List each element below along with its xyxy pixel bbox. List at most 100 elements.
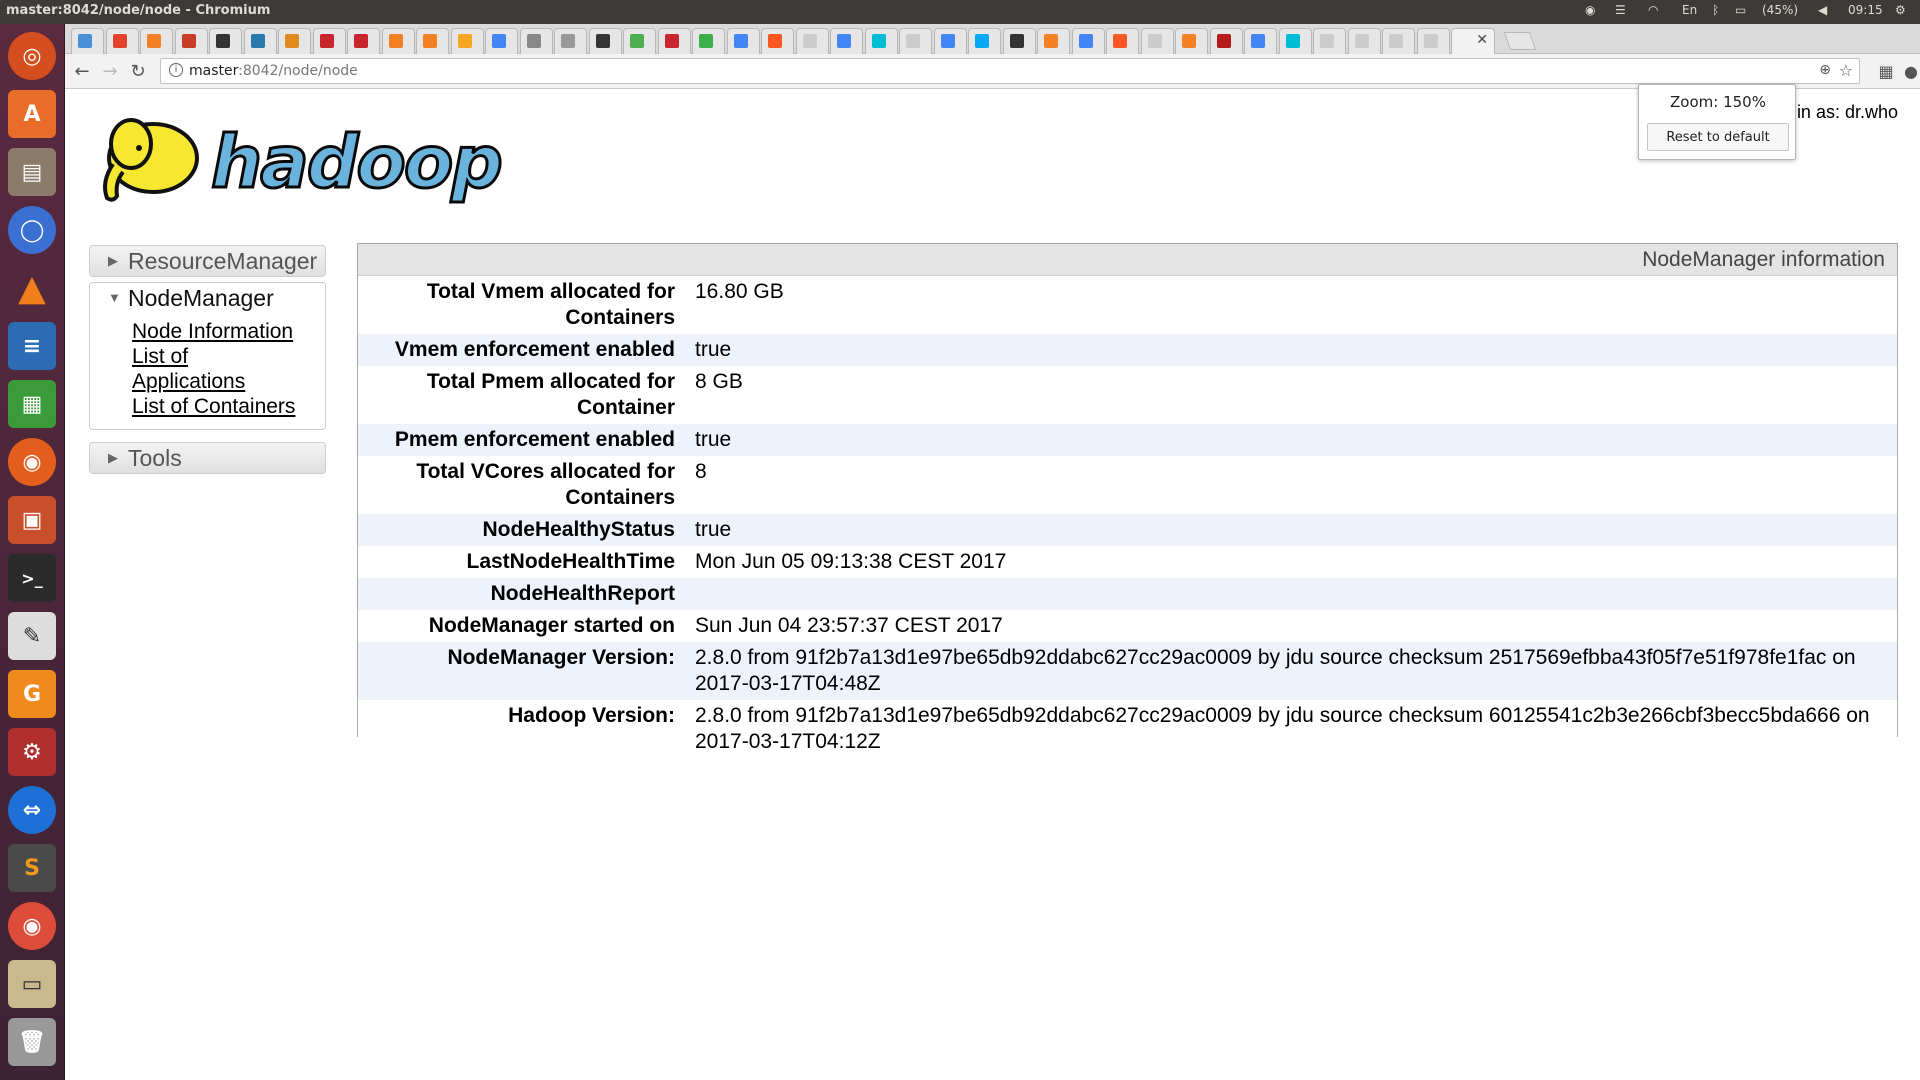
browser-tab[interactable] bbox=[71, 28, 104, 54]
browser-tab[interactable] bbox=[692, 28, 725, 54]
tab-favicon-icon bbox=[1423, 34, 1438, 48]
volume-icon[interactable]: ◀ bbox=[1818, 3, 1827, 17]
site-info-icon[interactable]: i bbox=[169, 63, 183, 77]
browser-tab[interactable] bbox=[1278, 28, 1312, 54]
wifi-icon[interactable]: ◠ bbox=[1648, 3, 1658, 17]
browser-tab[interactable] bbox=[1209, 28, 1243, 54]
window-title: master:8042/node/node - Chromium bbox=[6, 3, 271, 18]
back-button[interactable]: ← bbox=[71, 60, 93, 82]
software-center-icon[interactable]: A bbox=[8, 90, 56, 138]
browser-tab[interactable] bbox=[795, 28, 829, 54]
teamviewer-tray-icon[interactable]: ◉ bbox=[1585, 3, 1595, 17]
firefox-icon[interactable]: ◉ bbox=[8, 438, 56, 486]
terminal-icon[interactable]: >_ bbox=[8, 554, 56, 602]
browser-tab[interactable] bbox=[968, 28, 1001, 54]
bluetooth-icon[interactable]: ᛒ bbox=[1712, 3, 1719, 17]
settings-icon[interactable]: ⚙ bbox=[8, 728, 56, 776]
ubuntu-dash-icon[interactable]: ◎ bbox=[8, 32, 56, 80]
text-editor-icon[interactable]: ✎ bbox=[8, 612, 56, 660]
reset-zoom-button[interactable]: Reset to default bbox=[1647, 123, 1789, 151]
calc-icon[interactable]: ▦ bbox=[8, 380, 56, 428]
browser-tab[interactable] bbox=[381, 28, 415, 54]
browser-tab[interactable] bbox=[830, 28, 863, 54]
browser-tab[interactable] bbox=[899, 28, 932, 54]
browser-tab[interactable] bbox=[1002, 28, 1036, 54]
tab-favicon-icon bbox=[354, 34, 368, 48]
writer-icon[interactable]: ≡ bbox=[8, 322, 56, 370]
browser-tab[interactable] bbox=[450, 28, 484, 54]
browser-tab[interactable] bbox=[416, 28, 449, 54]
files-icon[interactable]: ▤ bbox=[8, 148, 56, 196]
browser-tab[interactable] bbox=[761, 28, 794, 54]
row-key: NodeHealthyStatus bbox=[482, 518, 675, 541]
keyboard-layout[interactable]: En bbox=[1682, 3, 1697, 17]
chrome-icon[interactable]: ◉ bbox=[8, 902, 56, 950]
browser-tab[interactable] bbox=[278, 28, 311, 54]
bookmark-star-icon[interactable]: ☆ bbox=[1839, 61, 1853, 80]
link-list-of-containers[interactable]: List of Containers bbox=[132, 395, 295, 418]
logged-in-user: in as: dr.who bbox=[1796, 102, 1898, 122]
browser-tab[interactable] bbox=[933, 28, 967, 54]
teamviewer-icon[interactable]: ⇔ bbox=[8, 786, 56, 834]
pdf-icon[interactable]: G bbox=[8, 670, 56, 718]
impress-icon[interactable]: ▣ bbox=[8, 496, 56, 544]
row-value: 8 GB bbox=[695, 370, 743, 393]
browser-tab[interactable] bbox=[864, 28, 898, 54]
profile-icon[interactable]: ● bbox=[1900, 60, 1920, 82]
browser-tab[interactable] bbox=[347, 28, 380, 54]
battery-percent[interactable]: (45%) bbox=[1762, 3, 1798, 17]
tab-favicon-icon bbox=[526, 34, 541, 48]
browser-tab[interactable] bbox=[1175, 28, 1208, 54]
address-bar[interactable]: i master:8042/node/node ⊕ ☆ bbox=[160, 58, 1860, 84]
nodemanager-info-panel: NodeManager information Total Vmem alloc… bbox=[357, 243, 1898, 758]
link-node-information[interactable]: Node Information bbox=[132, 320, 293, 343]
menu-tray-icon[interactable]: ☰ bbox=[1615, 3, 1626, 17]
browser-tab[interactable] bbox=[1037, 28, 1070, 54]
trash-icon[interactable]: 🗑 bbox=[8, 1018, 56, 1066]
active-tab[interactable]: ✕ bbox=[1451, 28, 1495, 54]
battery-icon[interactable]: ▭ bbox=[1735, 3, 1746, 17]
browser-tab[interactable] bbox=[174, 28, 208, 54]
browser-tab[interactable] bbox=[1382, 28, 1415, 54]
table-row: Vmem enforcement enabled true bbox=[358, 334, 1897, 366]
browser-tab[interactable] bbox=[105, 28, 139, 54]
browser-tab[interactable] bbox=[1071, 28, 1105, 54]
chromium-icon[interactable]: ◯ bbox=[8, 206, 56, 254]
hadoop-logo[interactable]: hadoop bbox=[91, 102, 531, 212]
tab-close-icon[interactable]: ✕ bbox=[1476, 32, 1488, 48]
scanner-icon[interactable]: ▭ bbox=[8, 960, 56, 1008]
clock[interactable]: 09:15 bbox=[1848, 3, 1883, 17]
row-key: NodeManager started on bbox=[428, 614, 675, 637]
browser-tab[interactable] bbox=[1106, 28, 1139, 54]
power-gear-icon[interactable]: ⚙ bbox=[1895, 3, 1906, 17]
browser-tab[interactable] bbox=[1416, 28, 1450, 54]
browser-tab[interactable] bbox=[1244, 28, 1277, 54]
zoom-icon[interactable]: ⊕ bbox=[1819, 62, 1831, 78]
reload-button[interactable]: ↻ bbox=[127, 60, 149, 82]
browser-tab[interactable] bbox=[312, 28, 346, 54]
tab-favicon-icon bbox=[802, 34, 817, 48]
browser-tab[interactable] bbox=[623, 28, 656, 54]
nav-resourcemanager[interactable]: ▶ ResourceManager bbox=[89, 245, 326, 277]
browser-tab[interactable] bbox=[1347, 28, 1381, 54]
sublime-icon[interactable]: S bbox=[8, 844, 56, 892]
browser-tab[interactable] bbox=[554, 28, 587, 54]
browser-tab[interactable] bbox=[1140, 28, 1174, 54]
browser-tab[interactable] bbox=[140, 28, 173, 54]
link-list-of-applications[interactable]: List of Applications bbox=[132, 345, 245, 393]
nav-tools[interactable]: ▶ Tools bbox=[89, 442, 326, 474]
browser-tab[interactable] bbox=[657, 28, 691, 54]
new-tab-button[interactable] bbox=[1503, 32, 1537, 50]
forward-button[interactable]: → bbox=[99, 60, 121, 82]
browser-tab[interactable] bbox=[1313, 28, 1346, 54]
browser-tab[interactable] bbox=[209, 28, 242, 54]
browser-tab[interactable] bbox=[726, 28, 760, 54]
browser-tab[interactable] bbox=[519, 28, 553, 54]
extension-icon[interactable]: ▦ bbox=[1875, 60, 1897, 82]
nav-nodemanager[interactable]: ▼ NodeManager Node Information List of Ap… bbox=[89, 282, 326, 430]
browser-tab[interactable] bbox=[243, 28, 277, 54]
tab-favicon-icon bbox=[1147, 34, 1162, 48]
vlc-icon[interactable]: ▲ bbox=[8, 264, 56, 312]
browser-tab[interactable] bbox=[485, 28, 518, 54]
browser-tab[interactable] bbox=[588, 28, 622, 54]
